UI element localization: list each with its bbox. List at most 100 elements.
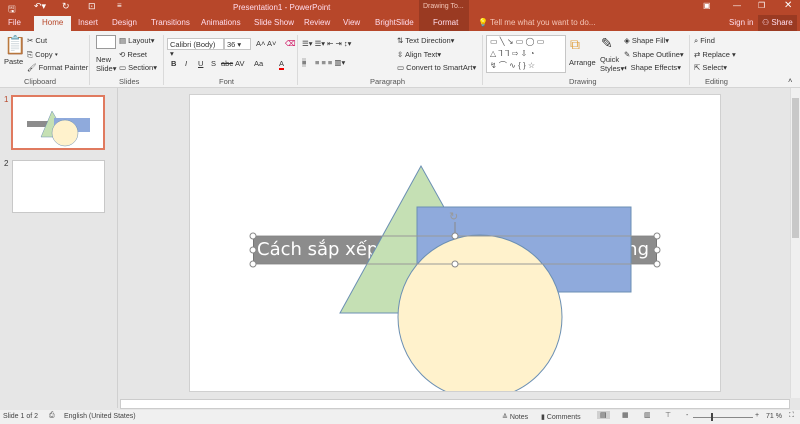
zoom-slider-thumb[interactable] — [711, 413, 713, 421]
horizontal-scrollbar[interactable] — [120, 399, 790, 409]
slideshow-icon[interactable]: ⊡ — [88, 1, 96, 12]
slide-thumbnails-pane: 1 2 — [0, 88, 118, 408]
zoom-out-icon[interactable]: - — [686, 412, 688, 419]
character-spacing-button[interactable]: AV — [235, 59, 244, 68]
slide-canvas[interactable] — [189, 94, 721, 392]
collapse-ribbon-icon[interactable]: ˄ — [788, 76, 792, 85]
underline-button[interactable]: U — [198, 59, 203, 68]
notes-button[interactable]: ≙ Notes — [502, 413, 528, 421]
section-button[interactable]: ▭ Section▾ — [119, 63, 157, 72]
tell-me-text: Tell me what you want to do... — [490, 18, 596, 27]
text-direction-label: Text Direction — [405, 36, 451, 45]
tab-format[interactable]: Format — [433, 18, 458, 27]
minimize-icon[interactable]: — — [733, 1, 741, 10]
bold-button[interactable]: B — [171, 59, 176, 68]
font-name-select[interactable]: Calibri (Body) ▾ — [167, 38, 224, 58]
new-slide-button[interactable]: New Slide▾ — [96, 55, 116, 73]
change-case-button[interactable]: Aa — [254, 59, 263, 68]
tab-home[interactable]: Home — [34, 16, 72, 31]
paste-icon: 📋 — [4, 35, 27, 55]
spellcheck-icon[interactable]: ⎙ — [49, 412, 55, 420]
zoom-level[interactable]: 71 % — [766, 413, 782, 420]
ribbon-display-icon[interactable]: ▣ — [703, 1, 711, 10]
close-icon[interactable]: ✕ — [784, 0, 792, 11]
zoom-in-icon[interactable]: + — [755, 412, 759, 419]
slide-thumbnail-1[interactable] — [11, 95, 105, 150]
restore-icon[interactable]: ❐ — [758, 1, 765, 10]
tell-me-search[interactable]: 💡 Tell me what you want to do... — [478, 18, 595, 27]
font-group-label: Font — [219, 77, 235, 86]
divider — [297, 35, 298, 85]
thumbnail-preview — [27, 110, 90, 147]
clear-formatting-icon[interactable]: ⌫ — [285, 39, 296, 48]
slide-sorter-icon[interactable]: ▦ — [622, 411, 629, 419]
tab-brightslide[interactable]: BrightSlide — [375, 18, 414, 27]
tab-design[interactable]: Design — [112, 18, 137, 27]
tab-insert[interactable]: Insert — [78, 18, 98, 27]
align-icons[interactable]: ≡ ≡ ≡ ▥▾ — [315, 58, 345, 67]
undo-icon[interactable]: ↶▾ — [34, 1, 46, 12]
tab-view[interactable]: View — [343, 18, 360, 27]
section-label: Section — [128, 63, 154, 72]
format-painter-button[interactable]: 🖌 Format Painter — [27, 63, 88, 72]
redo-icon[interactable]: ↻ — [62, 1, 70, 12]
tab-review[interactable]: Review — [304, 18, 330, 27]
divider — [482, 35, 483, 85]
layout-button[interactable]: ▤ Layout▾ — [119, 36, 154, 45]
tab-slide-show[interactable]: Slide Show — [254, 18, 294, 27]
tab-animations[interactable]: Animations — [201, 18, 241, 27]
convert-smartart-button[interactable]: ▭ Convert to SmartArt▾ — [397, 63, 476, 72]
fit-slide-icon[interactable]: ⛶ — [789, 412, 794, 420]
shapes-gallery[interactable]: ▭ ╲ ↘ ▭ ◯ ▭ △ ⅂ ⅂ ⇨ ⇩ ◔ ↯ ⌒ ∿ { } ☆ — [486, 35, 566, 73]
customize-icon[interactable]: ≡ — [117, 1, 122, 10]
reading-view-icon[interactable]: ▥ — [644, 411, 651, 419]
scrollbar-thumb[interactable] — [792, 98, 799, 238]
zoom-slider[interactable] — [693, 417, 753, 418]
tab-file[interactable]: File — [8, 18, 21, 27]
tab-transitions[interactable]: Transitions — [151, 18, 190, 27]
paste-button[interactable]: Paste — [4, 57, 23, 66]
normal-view-icon[interactable]: ▤ — [597, 411, 610, 419]
new-slide-icon — [96, 35, 116, 49]
share-button[interactable]: ⚇ Share — [758, 15, 797, 31]
select-label: Select — [702, 63, 724, 72]
select-button[interactable]: ⇱ Select▾ — [694, 63, 727, 72]
strikethrough-button[interactable]: abc — [221, 59, 233, 68]
comments-button[interactable]: ▮ Comments — [541, 413, 581, 421]
slide-thumbnail-2[interactable] — [12, 160, 105, 213]
cut-label: Cut — [35, 36, 48, 45]
vertical-scrollbar[interactable] — [790, 88, 800, 398]
window-title: Presentation1 - PowerPoint — [233, 3, 331, 12]
shape-outline-button[interactable]: ✎ Shape Outline▾ — [624, 50, 684, 59]
align-text-button[interactable]: ⇳ Align Text▾ — [397, 50, 441, 59]
shape-effects-label: Shape Effects — [630, 63, 678, 72]
find-button[interactable]: ⌕ Find — [694, 36, 715, 46]
copy-button[interactable]: ⎘ Copy ▾ — [27, 50, 58, 60]
align-left-icon[interactable]: ≡ — [302, 58, 307, 67]
font-color-button[interactable]: A — [279, 59, 285, 70]
bullets-icon[interactable]: ☰▾ ☰▾ ⇤ ⇥ ↕▾ — [302, 39, 351, 48]
shape-fill-button[interactable]: ◈ Shape Fill▾ — [624, 36, 669, 45]
quick-styles-button[interactable]: Quick Styles▾ — [600, 55, 624, 73]
text-direction-button[interactable]: ⇅ Text Direction▾ — [397, 36, 454, 45]
sign-in-link[interactable]: Sign in — [729, 18, 753, 27]
notes-label: Notes — [509, 414, 529, 421]
language-status[interactable]: English (United States) — [64, 413, 136, 420]
shape-effects-button[interactable]: ◐ Shape Effects▾ — [624, 63, 681, 72]
cut-button[interactable]: ✂ Cut — [27, 36, 47, 45]
styles-label: Styles — [600, 64, 621, 73]
slideshow-view-icon[interactable]: ⊤ — [665, 411, 671, 419]
font-name-value: Calibri (Body) — [170, 40, 216, 49]
italic-button[interactable]: I — [185, 59, 187, 68]
shape-outline-label: Shape Outline — [632, 50, 680, 59]
replace-button[interactable]: ⇄ Replace ▾ — [694, 50, 736, 59]
arrange-button[interactable]: Arrange — [569, 58, 596, 67]
shadow-button[interactable]: S — [211, 59, 216, 68]
status-bar: Slide 1 of 2 ⎙ English (United States) ≙… — [0, 410, 800, 424]
ribbon: 📋 Paste ✂ Cut ⎘ Copy ▾ 🖌 Format Painter … — [0, 31, 800, 88]
slides-group-label: Slides — [119, 77, 140, 86]
reset-button[interactable]: ⟲ Reset — [119, 50, 147, 59]
grow-font-icon[interactable]: A˄ A˅ — [256, 39, 276, 48]
font-size-select[interactable]: 36 ▾ — [224, 38, 251, 50]
clipboard-group-label: Clipboard — [24, 77, 57, 86]
